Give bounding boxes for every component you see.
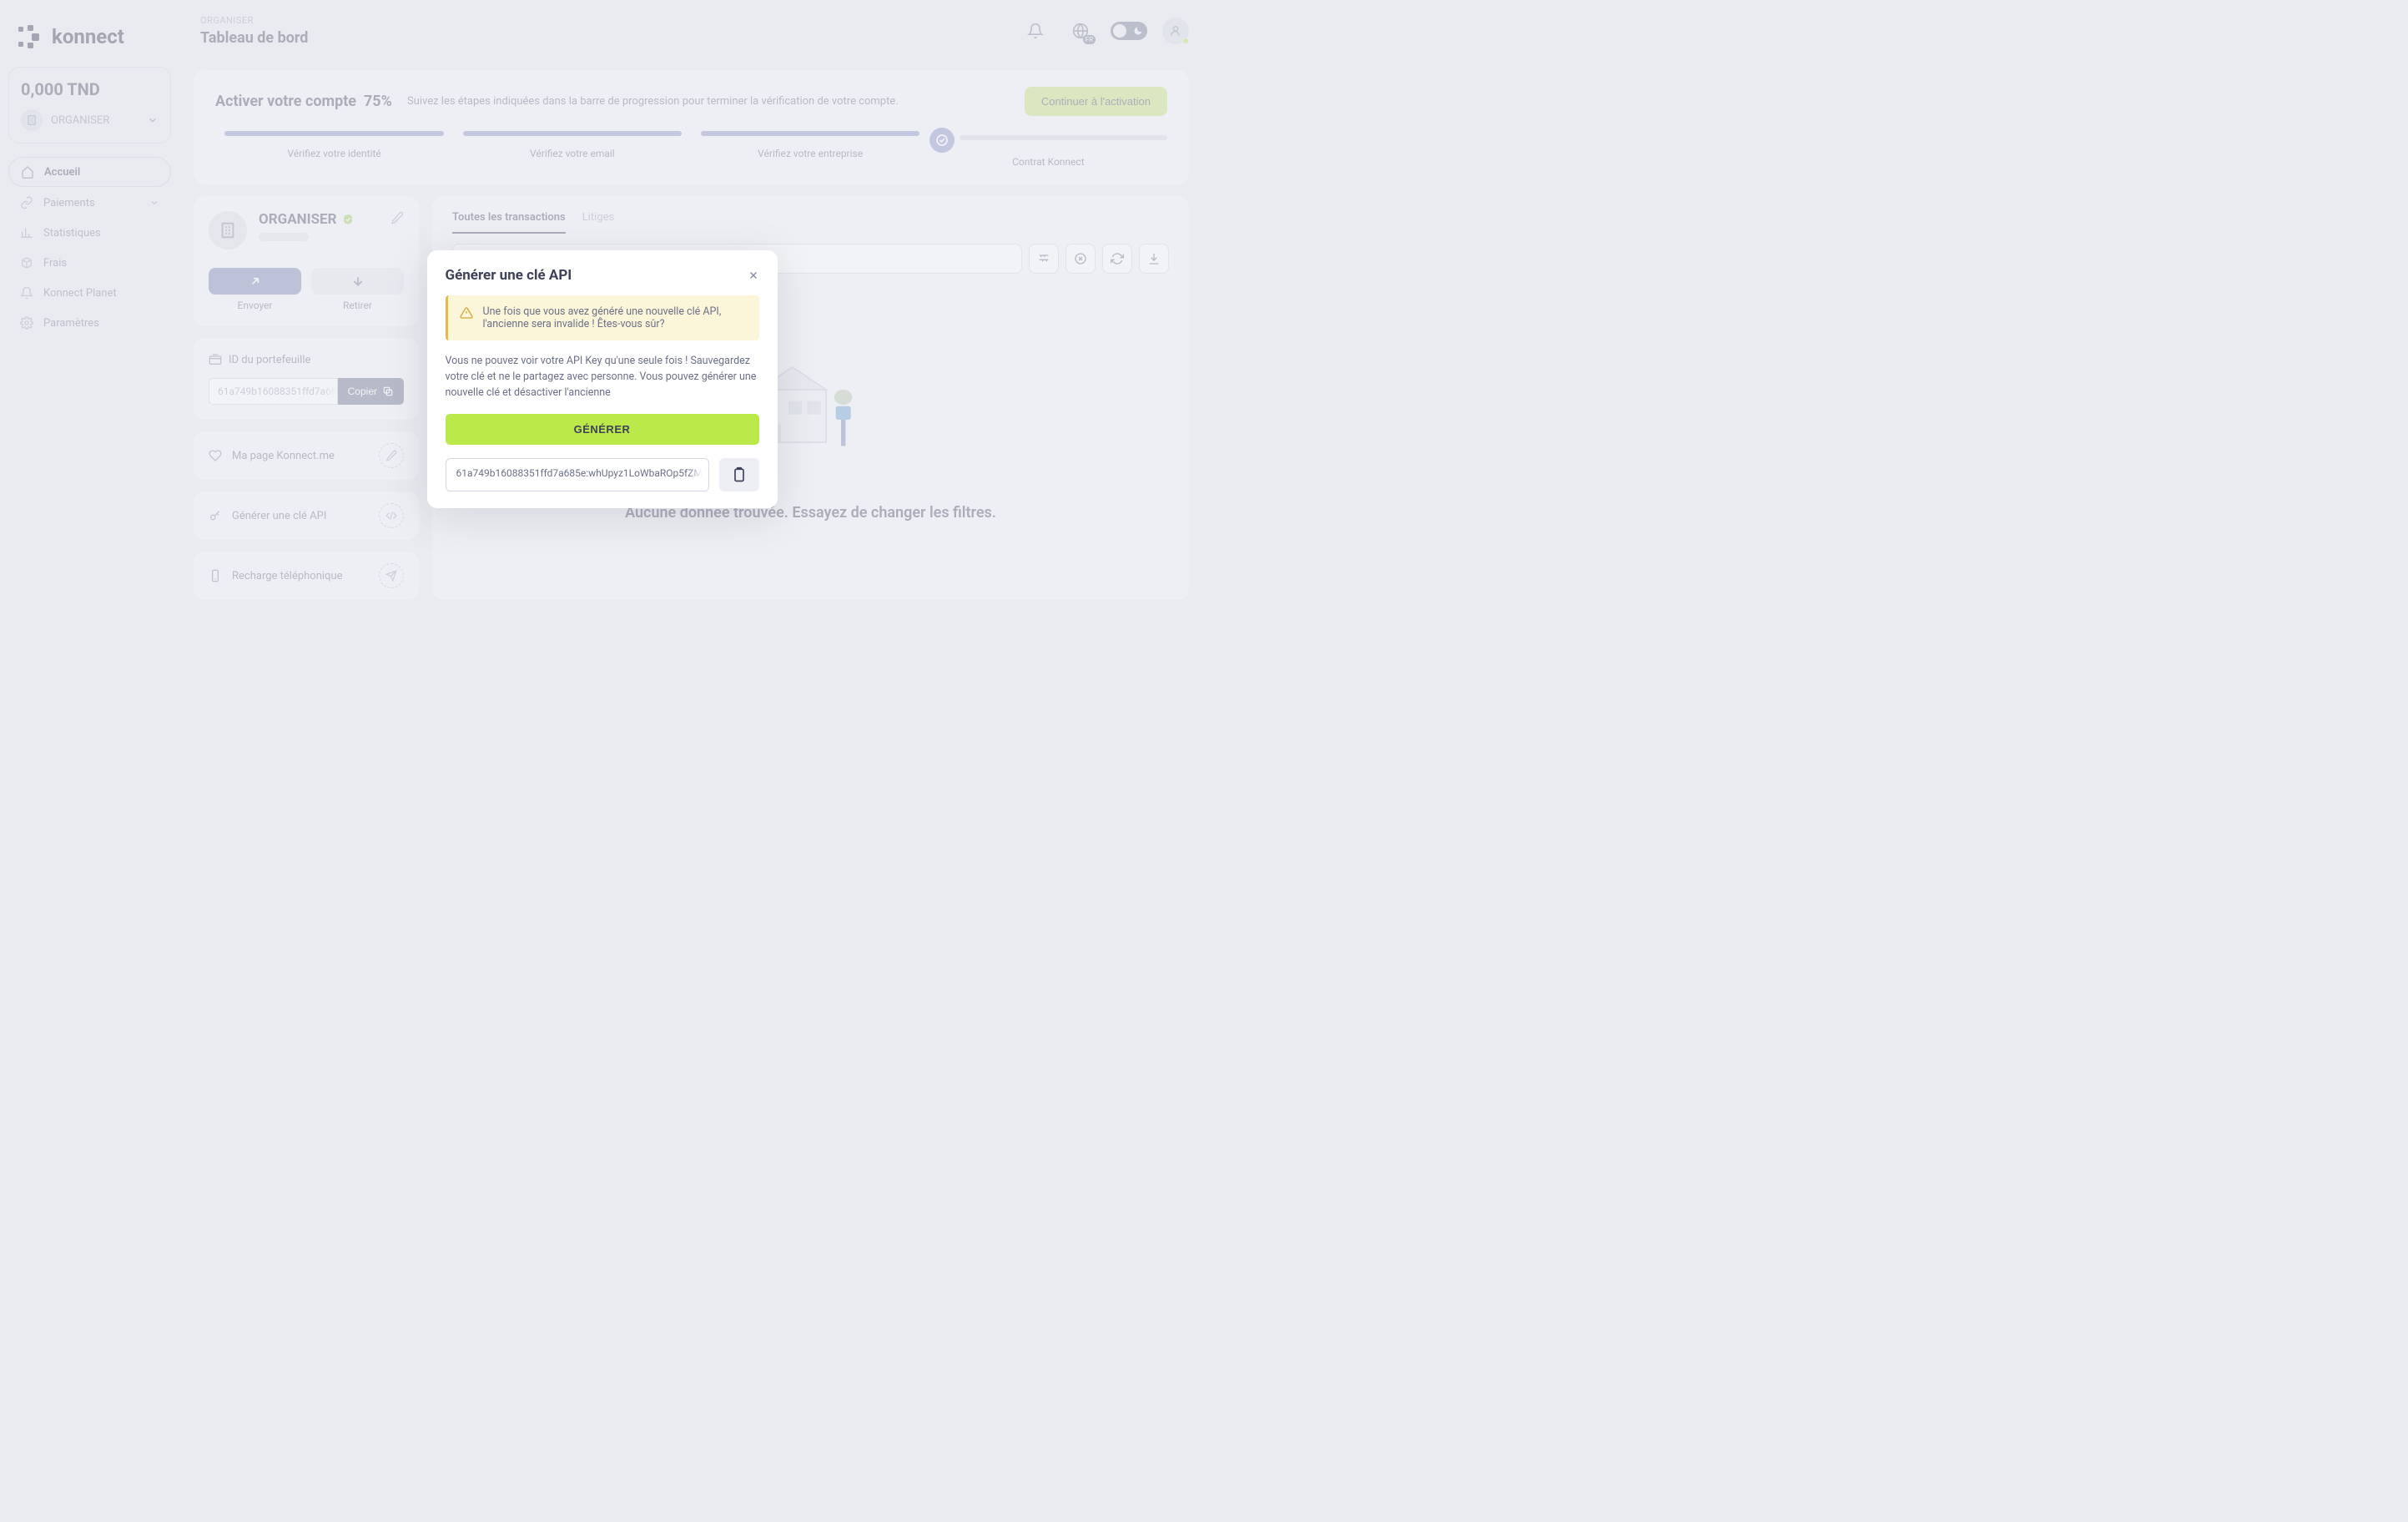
generate-button[interactable]: GÉNÉRER: [446, 414, 759, 445]
modal-title: Générer une clé API: [446, 267, 572, 284]
warning-icon: [460, 306, 473, 330]
modal-overlay[interactable]: Générer une clé API Une fois que vous av…: [0, 0, 1204, 761]
api-key-field[interactable]: 61a749b16088351ffd7a685e:whUpyz1LoWbaROp…: [446, 458, 709, 491]
modal-body-text: Vous ne pouvez voir votre API Key qu'une…: [446, 354, 759, 401]
alert-text: Une fois que vous avez généré une nouvel…: [483, 305, 748, 330]
generate-api-key-modal: Générer une clé API Une fois que vous av…: [427, 250, 778, 508]
close-button[interactable]: [748, 270, 759, 281]
copy-key-button[interactable]: [719, 458, 759, 491]
warning-alert: Une fois que vous avez généré une nouvel…: [446, 295, 759, 340]
